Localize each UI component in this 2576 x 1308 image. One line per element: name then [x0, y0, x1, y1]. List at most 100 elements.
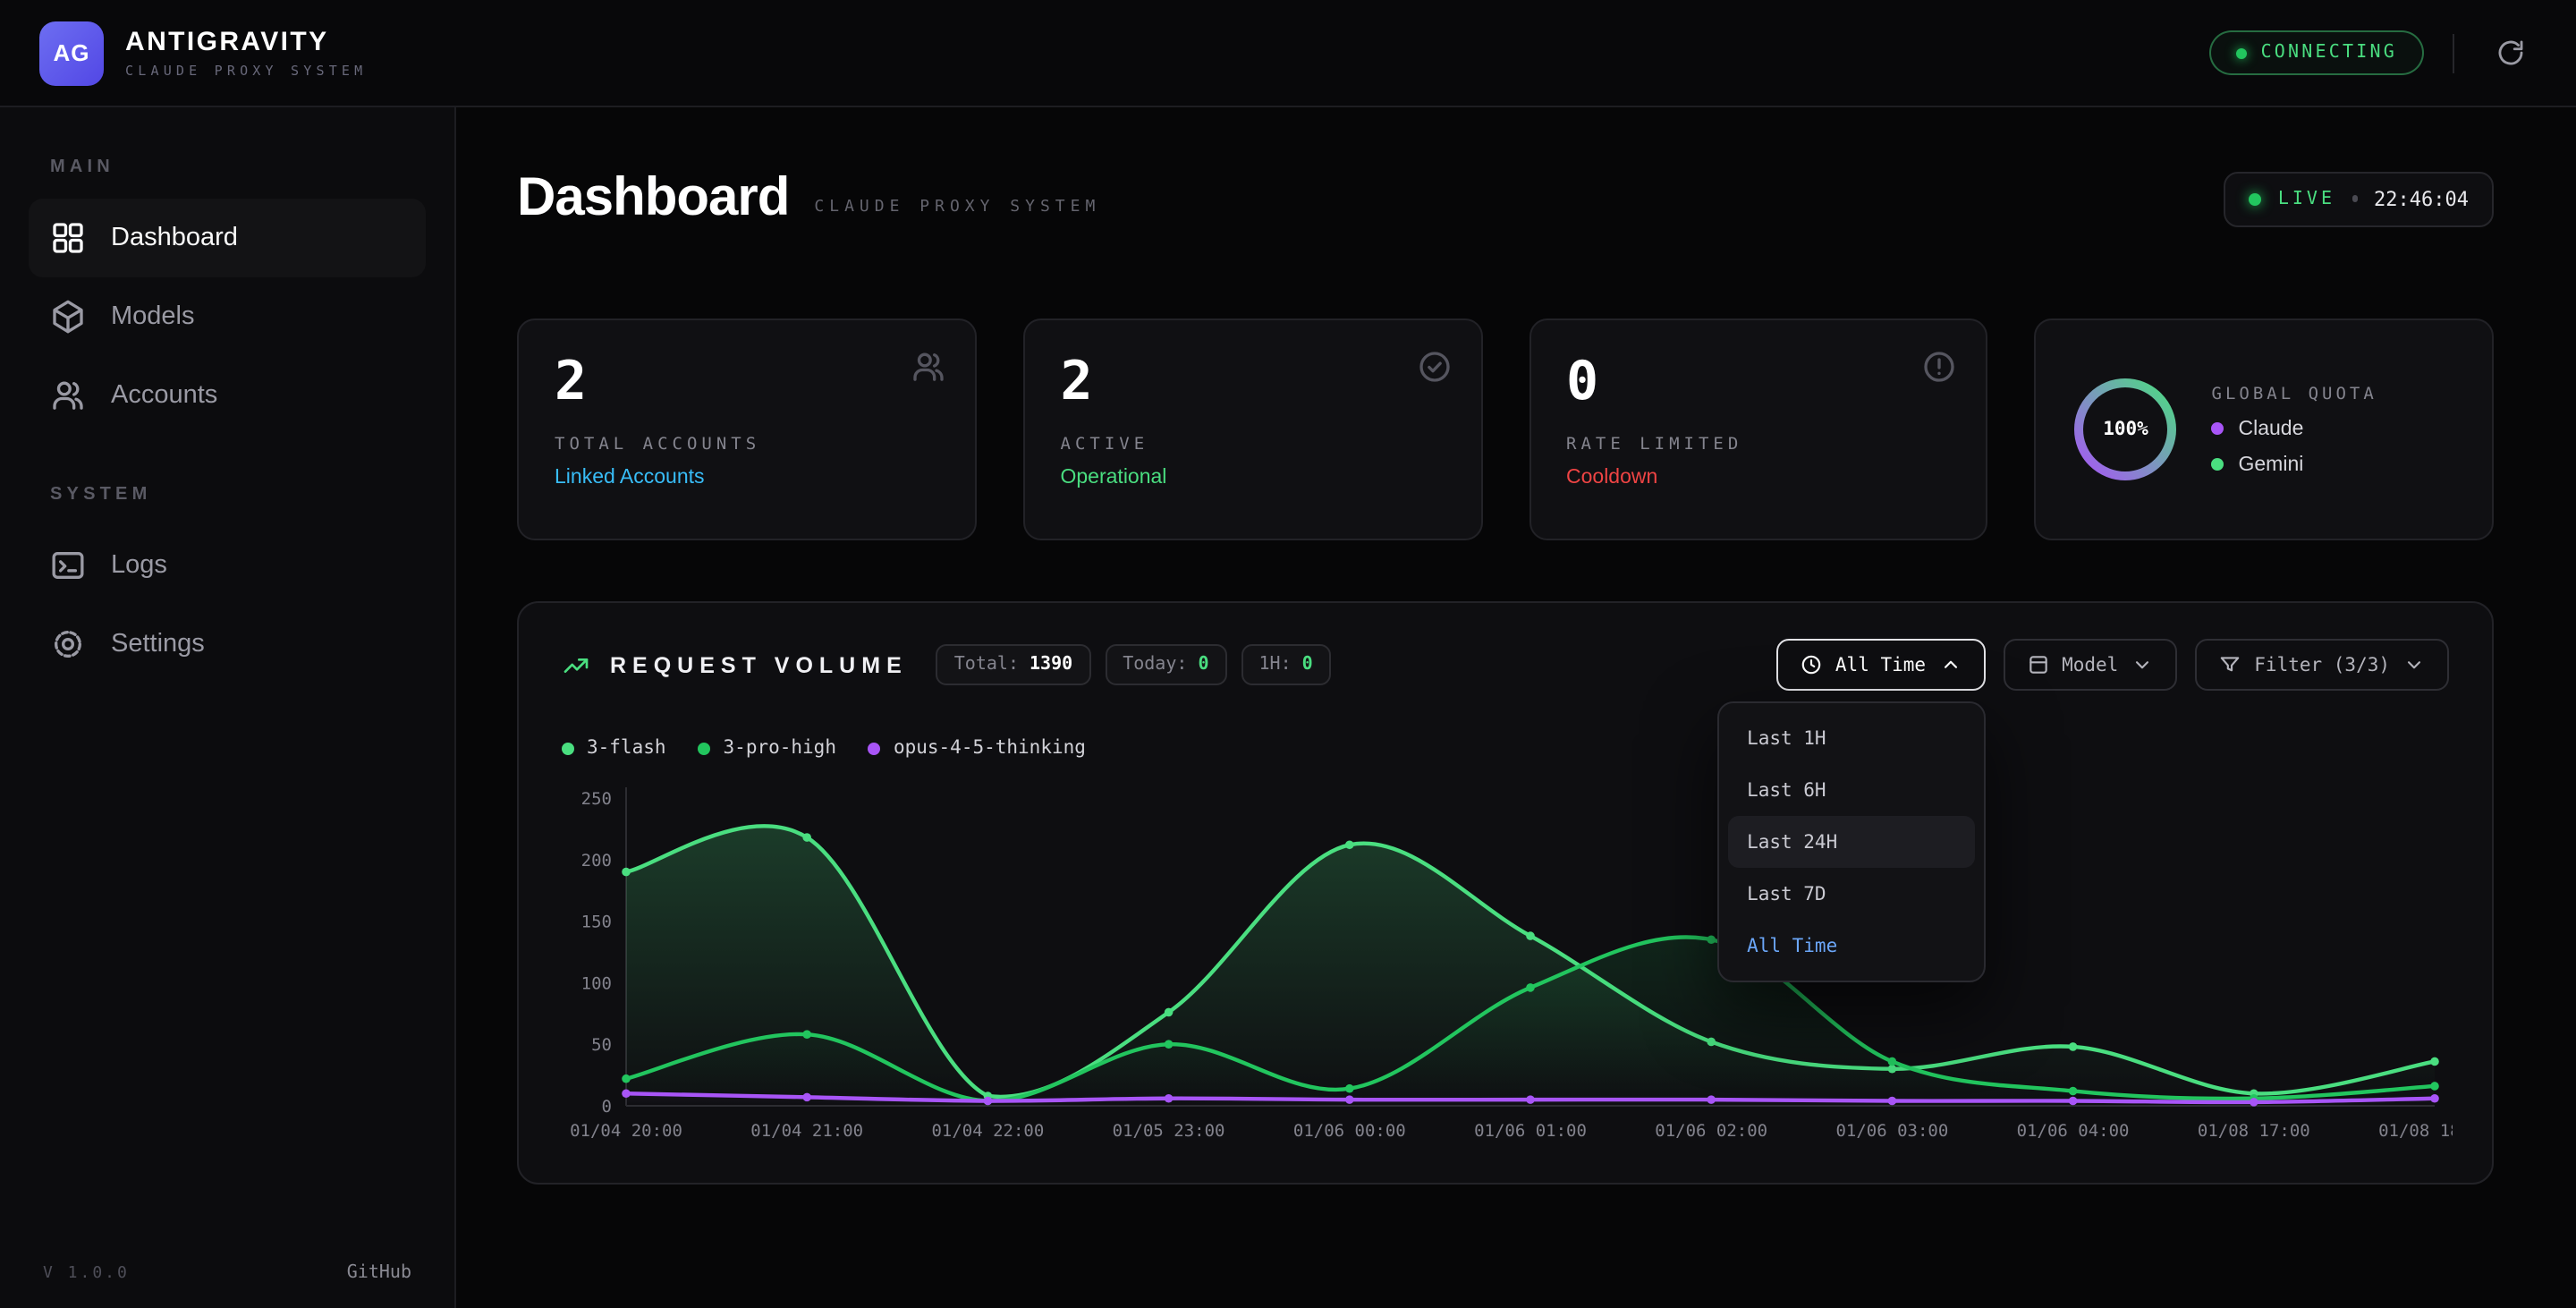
chart-legend-item-3-pro-high: 3-pro-high [699, 737, 836, 759]
divider [2453, 33, 2454, 72]
live-dot-icon [2250, 192, 2262, 205]
gear-icon [50, 626, 86, 662]
stat-value: 2 [1061, 352, 1445, 412]
svg-text:01/04 20:00: 01/04 20:00 [570, 1121, 682, 1141]
svg-text:01/06 02:00: 01/06 02:00 [1655, 1121, 1767, 1141]
badge-value: 0 [1198, 655, 1208, 675]
badge-label: Total: [954, 655, 1019, 675]
svg-text:01/08 17:00: 01/08 17:00 [2198, 1121, 2310, 1141]
stat-sublabel: Linked Accounts [555, 467, 939, 488]
quota-legend-item-gemini: Gemini [2212, 454, 2377, 475]
grid-icon [50, 220, 86, 256]
live-label: LIVE [2278, 189, 2335, 208]
stat-card-total-accounts: 2 TOTAL ACCOUNTS Linked Accounts [517, 319, 977, 540]
users-icon [50, 378, 86, 413]
sidebar: MAINDashboardModelsAccountsSYSTEMLogsSet… [0, 107, 456, 1308]
users-icon [911, 349, 946, 385]
menu-item-last-7d[interactable]: Last 7D [1727, 868, 1974, 920]
chevron-down-icon [2402, 653, 2426, 676]
stat-card-rate-limited: 0RATE LIMITEDCooldown [1529, 319, 1988, 540]
menu-item-all-time[interactable]: All Time [1727, 920, 1974, 972]
app-subtitle: CLAUDE PROXY SYSTEM [125, 63, 367, 79]
sidebar-nav: MAINDashboardModelsAccountsSYSTEMLogsSet… [29, 157, 426, 684]
quota-percent: 100% [2072, 376, 2180, 483]
filter-button[interactable]: Filter (3/3) [2195, 639, 2449, 691]
stat-sublabel: Operational [1061, 467, 1445, 488]
quota-legend: Claude Gemini [2212, 418, 2377, 475]
time-range-value: All Time [1835, 654, 1926, 675]
chart-legend-label: opus-4-5-thinking [894, 737, 1086, 759]
connection-status-label: CONNECTING [2261, 43, 2397, 63]
panel-title: REQUEST VOLUME [610, 652, 908, 677]
svg-text:50: 50 [591, 1035, 612, 1055]
stats-row: 2 TOTAL ACCOUNTS Linked Accounts 2 ACTIVE Ope… [517, 319, 2494, 540]
sidebar-item-label: Logs [111, 551, 167, 580]
check-circle-icon [1416, 349, 1452, 385]
sidebar-item-settings[interactable]: Settings [29, 605, 426, 684]
model-filter-button[interactable]: Model [2003, 639, 2177, 691]
sidebar-item-accounts[interactable]: Accounts [29, 356, 426, 435]
stat-label: ACTIVE [1061, 435, 1445, 454]
quota-label: GLOBAL QUOTA [2212, 384, 2377, 403]
svg-text:01/08 18:00: 01/08 18:00 [2378, 1121, 2453, 1141]
brand: ANTIGRAVITY CLAUDE PROXY SYSTEM [125, 27, 367, 79]
clock-time: 22:46:04 [2374, 187, 2469, 210]
svg-text:01/04 21:00: 01/04 21:00 [750, 1121, 863, 1141]
page-title: Dashboard [517, 168, 789, 229]
svg-text:200: 200 [581, 851, 612, 871]
sidebar-item-dashboard[interactable]: Dashboard [29, 199, 426, 277]
cube-icon [2026, 653, 2049, 676]
app-title: ANTIGRAVITY [125, 27, 367, 57]
clock-icon [1800, 653, 1823, 676]
svg-text:01/05 23:00: 01/05 23:00 [1113, 1121, 1225, 1141]
chart-controls: All Time Last 1HLast 6HLast 24HLast 7DAl… [1776, 639, 2449, 691]
quota-legend-item-claude: Claude [2212, 418, 2377, 439]
app: AG ANTIGRAVITY CLAUDE PROXY SYSTEM CONNE… [0, 0, 2576, 1308]
svg-text:100: 100 [581, 973, 612, 993]
stat-value: 2 [555, 352, 939, 412]
sidebar-item-label: Accounts [111, 381, 217, 410]
sidebar-item-models[interactable]: Models [29, 277, 426, 356]
live-status-pill: LIVE 22:46:04 [2224, 171, 2494, 226]
badge-value: 0 [1302, 655, 1313, 675]
page-header: Dashboard CLAUDE PROXY SYSTEM LIVE 22:46… [517, 168, 2494, 229]
legend-dot-icon [2212, 422, 2224, 435]
badge-label: Today: [1123, 655, 1187, 675]
sidebar-section-label-main: MAIN [50, 157, 404, 177]
topbar: AG ANTIGRAVITY CLAUDE PROXY SYSTEM CONNE… [0, 0, 2576, 107]
badge-label: 1H: [1259, 655, 1292, 675]
app-logo: AG [39, 21, 104, 85]
main-content: Dashboard CLAUDE PROXY SYSTEM LIVE 22:46… [456, 107, 2576, 1308]
svg-text:01/06 04:00: 01/06 04:00 [2017, 1121, 2130, 1141]
sidebar-footer: V 1.0.0 GitHub [43, 1263, 411, 1283]
volume-badges: Total: 1390 Today: 0 1H: 0 [936, 644, 1331, 685]
page-subtitle: CLAUDE PROXY SYSTEM [814, 199, 1100, 217]
menu-item-last-24h[interactable]: Last 24H [1727, 816, 1974, 868]
stat-sublabel: Cooldown [1566, 467, 1951, 488]
svg-text:01/06 00:00: 01/06 00:00 [1293, 1121, 1406, 1141]
panel-header: REQUEST VOLUME Total: 1390 Today: 0 1H: 0 All… [562, 639, 2449, 691]
request-volume-chart: 05010015020025001/04 20:0001/04 21:0001/… [562, 773, 2453, 1158]
sidebar-item-label: Settings [111, 630, 205, 658]
chart-legend-item-3-flash: 3-flash [562, 737, 666, 759]
menu-item-last-6h[interactable]: Last 6H [1727, 764, 1974, 816]
connection-status-pill[interactable]: CONNECTING [2209, 30, 2424, 75]
quota-legend-label: Claude [2239, 418, 2304, 439]
chart-legend-item-opus-4-5-thinking: opus-4-5-thinking [869, 737, 1086, 759]
menu-item-last-1h[interactable]: Last 1H [1727, 712, 1974, 764]
alert-circle-icon [1922, 349, 1958, 385]
svg-text:01/04 22:00: 01/04 22:00 [931, 1121, 1044, 1141]
separator-dot-icon [2351, 196, 2358, 202]
stat-label: TOTAL ACCOUNTS [555, 435, 939, 454]
svg-text:0: 0 [602, 1097, 612, 1117]
github-link[interactable]: GitHub [347, 1263, 411, 1283]
badge-value: 1390 [1030, 655, 1072, 675]
stat-label: RATE LIMITED [1566, 435, 1951, 454]
badge-total: Total: 1390 [936, 644, 1090, 685]
refresh-button[interactable] [2483, 26, 2537, 80]
time-range-button[interactable]: All Time [1776, 639, 1985, 691]
sidebar-item-logs[interactable]: Logs [29, 526, 426, 605]
terminal-icon [50, 548, 86, 583]
svg-text:250: 250 [581, 789, 612, 809]
chevron-down-icon [2131, 653, 2154, 676]
